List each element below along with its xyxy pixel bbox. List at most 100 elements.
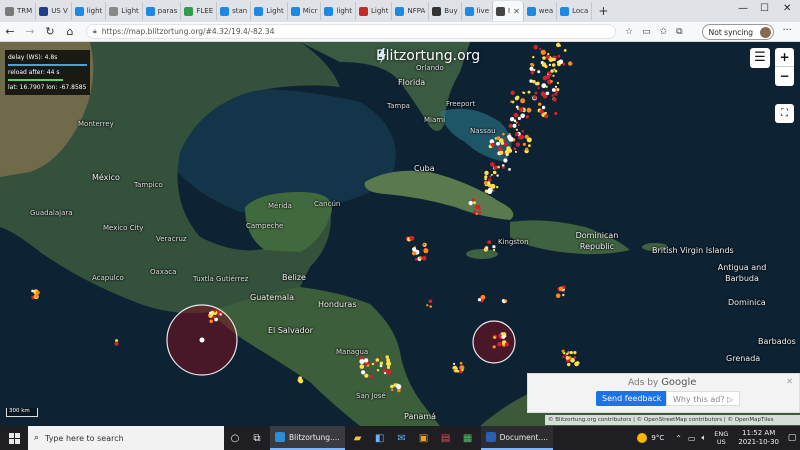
home-icon[interactable]: ⌂ <box>60 25 80 38</box>
file-explorer-icon[interactable]: ▰ <box>347 426 369 450</box>
mail-icon[interactable]: ✉ <box>391 426 413 450</box>
word-icon <box>485 432 496 442</box>
address-bar[interactable]: 🔒︎ https://map.blitzortung.org/#4.32/19.… <box>86 24 616 39</box>
browser-tab[interactable]: live <box>462 2 494 20</box>
sync-button[interactable]: Not syncing <box>701 24 774 40</box>
split-screen-icon[interactable]: ▭ <box>642 27 651 37</box>
browser-tab[interactable]: Loca <box>557 2 593 20</box>
map-label-mexico-city: Mexico City <box>103 224 144 232</box>
taskbar-edge-window[interactable]: Blitzortung.... <box>270 426 345 450</box>
strike-dot <box>31 289 34 293</box>
back-arrow-icon[interactable]: ← <box>0 25 20 38</box>
strike-dot <box>508 168 511 171</box>
collections-icon[interactable]: ⧉ <box>676 27 682 37</box>
new-tab-button[interactable]: + <box>592 4 614 18</box>
browser-tab[interactable]: stan <box>217 2 252 20</box>
browser-tab[interactable]: Buy <box>429 2 462 20</box>
notifications-icon[interactable]: ▢ <box>784 433 800 443</box>
browser-tab[interactable]: Light <box>251 2 288 20</box>
close-window-icon[interactable]: ✕ <box>783 3 791 14</box>
strike-dot <box>409 235 415 241</box>
app-icon[interactable]: ▦ <box>457 426 479 450</box>
strike-dot <box>497 165 500 169</box>
zoom-in-button[interactable]: + <box>775 48 794 67</box>
tab-favicon-icon <box>526 6 536 16</box>
map-label-mexico: México <box>92 173 120 182</box>
strike-dot <box>565 356 570 360</box>
strike-dot <box>363 358 369 363</box>
strike-dot <box>541 62 547 67</box>
browser-tab[interactable]: light <box>72 2 107 20</box>
map-label-san-jose: San José <box>356 392 386 400</box>
strike-dot <box>496 174 499 177</box>
network-icon[interactable]: ▭ <box>688 434 696 443</box>
language-indicator[interactable]: ENG US <box>714 430 728 446</box>
app-icon[interactable]: ▣ <box>413 426 435 450</box>
forward-arrow-icon[interactable]: → <box>20 25 40 38</box>
more-options-icon[interactable]: ··· <box>782 25 792 36</box>
lightning-map[interactable]: Florida Orlando Tampa Freeport Miami Nas… <box>0 42 800 426</box>
map-label-orlando: Orlando <box>416 64 444 72</box>
strike-dot <box>552 97 557 102</box>
taskbar-search[interactable]: ⌕ Type here to search <box>28 426 224 450</box>
browser-tab[interactable]: Light <box>106 2 143 20</box>
store-icon[interactable]: ◧ <box>369 426 391 450</box>
browser-tab[interactable]: NFPA <box>392 2 430 20</box>
strike-dot <box>209 319 213 324</box>
task-view-icon[interactable]: ⧉ <box>246 426 268 450</box>
site-logo[interactable]: Blitzortung.org <box>376 48 480 64</box>
minimize-icon[interactable]: — <box>738 3 748 14</box>
strike-dot <box>485 246 488 250</box>
strike-dot <box>547 71 551 75</box>
reload-bar <box>8 79 64 81</box>
weather-widget[interactable]: 9°C <box>637 433 664 443</box>
ad-banner: Ads by Google ✕ Send feedback Why this a… <box>527 373 800 413</box>
browser-tab[interactable]: Micr <box>288 2 322 20</box>
maximize-icon[interactable]: ☐ <box>760 3 769 14</box>
tab-favicon-icon <box>74 6 84 16</box>
browser-tab[interactable]: I ✕ <box>493 1 524 21</box>
fullscreen-icon[interactable]: ⛶ <box>775 104 794 123</box>
tab-favicon-icon <box>464 6 474 16</box>
strike-dot <box>513 147 517 151</box>
favorite-star-icon[interactable]: ☆ <box>625 27 633 37</box>
strike-dot <box>513 112 519 118</box>
map-label-managua: Managua <box>336 348 369 356</box>
cortana-icon[interactable]: ○ <box>224 426 246 450</box>
strike-dot <box>544 111 547 115</box>
tab-favicon-icon <box>220 6 230 16</box>
zoom-out-button[interactable]: − <box>775 67 794 86</box>
strike-dot <box>480 294 486 300</box>
map-label-honduras: Honduras <box>318 300 357 309</box>
browser-tab[interactable]: FLEE <box>181 2 218 20</box>
taskbar-word-window[interactable]: Document.... <box>480 426 554 450</box>
browser-tab[interactable]: light <box>321 2 356 20</box>
reload-text: reload after: 44 s <box>8 69 60 76</box>
browser-tab[interactable]: Light <box>356 2 393 20</box>
start-button[interactable] <box>0 426 28 450</box>
strike-dot <box>503 138 506 141</box>
favorites-icon[interactable]: ✩ <box>660 27 668 37</box>
tab-favicon-icon <box>145 6 155 16</box>
strike-dot <box>545 91 550 96</box>
clock[interactable]: 11:52 AM 2021-10-30 <box>738 429 779 447</box>
volume-icon[interactable]: 🔈︎ <box>701 433 706 443</box>
ad-close-icon[interactable]: ✕ <box>786 377 793 386</box>
browser-tab[interactable]: paras <box>143 2 182 20</box>
refresh-icon[interactable]: ↻ <box>40 25 60 38</box>
strike-dot <box>379 361 383 365</box>
send-feedback-button[interactable]: Send feedback <box>596 391 668 406</box>
browser-tab[interactable]: TRM <box>2 2 37 20</box>
chevron-up-icon[interactable]: ⌃ <box>675 434 682 443</box>
strike-dot <box>558 286 564 291</box>
strike-dot <box>539 47 542 50</box>
browser-tab[interactable]: US V <box>36 2 72 20</box>
strike-dot <box>563 352 566 355</box>
app-icon[interactable]: ▤ <box>435 426 457 450</box>
hamburger-menu-icon[interactable]: ☰ <box>750 48 770 68</box>
why-this-ad-button[interactable]: Why this ad? ▷ <box>666 391 741 406</box>
close-tab-icon[interactable]: ✕ <box>513 7 520 16</box>
strike-dot <box>385 355 389 359</box>
browser-tab[interactable]: wea <box>524 2 558 20</box>
recent-strike-circle[interactable] <box>472 320 516 364</box>
